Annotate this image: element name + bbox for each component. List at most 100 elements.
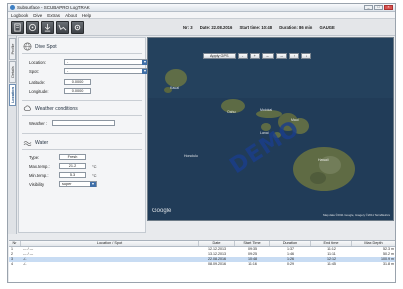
map-view[interactable]: Apply GPS - + ← → ↑ ↓ Kauai Oahu Molokai…: [147, 37, 394, 221]
menu-logbook[interactable]: Logbook: [11, 13, 28, 18]
dive-date: Date: 22.08.2016: [199, 25, 233, 30]
menu-dive[interactable]: Dive: [33, 13, 42, 18]
col-date[interactable]: Date: [199, 241, 235, 246]
profile-button[interactable]: [56, 21, 69, 34]
water-heading: Water: [23, 138, 48, 147]
map-label-molokai: Molokai: [260, 108, 273, 112]
dive-duration: Duration: 86 min: [279, 25, 313, 30]
menu-bar: Logbook Dive Extras About Help: [8, 12, 395, 19]
apply-gps-button[interactable]: Apply GPS: [203, 53, 236, 59]
map-label-kauai: Kauai: [170, 86, 179, 90]
min-temp-label: Min.temp.:: [29, 173, 49, 178]
app-logo-icon: [10, 5, 15, 10]
close-button[interactable]: ×: [384, 5, 393, 10]
google-logo: Google: [152, 208, 172, 214]
dive-info-bar: Nr: 3 Date: 22.08.2016 Start time: 10:48…: [183, 25, 341, 30]
spot-label: Spot:: [29, 69, 39, 74]
cloud-icon: [23, 105, 31, 111]
col-max-depth[interactable]: Max Depth: [352, 241, 395, 246]
tab-location[interactable]: Location: [9, 84, 16, 106]
zoom-out-button[interactable]: -: [237, 53, 248, 59]
tab-profile[interactable]: Profile: [9, 38, 16, 60]
longitude-label: Longitude:: [29, 89, 49, 94]
cell-location: -/-: [23, 262, 27, 266]
download-button[interactable]: [41, 21, 54, 34]
water-type-label: Type:: [29, 155, 40, 160]
cell-duration: 0:29: [287, 262, 294, 266]
toolbar: Nr: 3 Date: 22.08.2016 Start time: 10:48…: [8, 19, 395, 36]
col-nr[interactable]: Nr: [9, 241, 21, 246]
window-controls: _ □ ×: [364, 5, 393, 10]
min-temp-field[interactable]: 5.3: [59, 172, 86, 178]
menu-extras[interactable]: Extras: [47, 13, 60, 18]
zoom-in-button[interactable]: +: [249, 53, 260, 59]
logbook-button[interactable]: [11, 21, 24, 34]
map-label-honolulu: Honolulu: [184, 154, 198, 158]
location-value: -: [67, 60, 69, 64]
menu-help[interactable]: Help: [82, 13, 91, 18]
max-temp-field[interactable]: 21.2: [59, 163, 86, 169]
location-panel: Dive Spot Location: - ▼ Spot: - ▼ Latitude…: [18, 37, 149, 233]
divider: [22, 53, 142, 54]
spot-select[interactable]: - ▼: [64, 68, 149, 74]
map-label-oahu: Oahu: [227, 110, 236, 114]
visibility-value: super: [62, 182, 72, 186]
title-bar: Subsurface - SCUBAPRO LogTRAK _ □ ×: [8, 4, 395, 12]
weather-label: Weather :: [29, 121, 48, 126]
divider: [22, 133, 142, 134]
minimize-button[interactable]: _: [364, 5, 373, 10]
menu-about[interactable]: About: [65, 13, 77, 18]
water-icon: [23, 141, 32, 146]
divider: [22, 149, 142, 150]
water-title: Water: [35, 139, 49, 146]
dive-list-table: Nr Location / Spot Date Start Time Durat…: [9, 240, 395, 282]
settings-button[interactable]: [71, 21, 84, 34]
dive-spot-title: Dive Spot: [35, 43, 57, 50]
pan-down-button[interactable]: ↓: [301, 53, 312, 59]
cell-max-depth: 31.8 m: [383, 262, 394, 266]
spot-value: -: [67, 69, 69, 73]
col-start-time[interactable]: Start Time: [235, 241, 270, 246]
map-toolbar: Apply GPS - + ← → ↑ ↓: [203, 53, 312, 59]
cell-start-time: 11:16: [248, 262, 257, 266]
dive-spot-heading: Dive Spot: [23, 42, 57, 51]
tab-details[interactable]: Details: [9, 61, 16, 83]
divider: [22, 115, 142, 116]
pan-right-button[interactable]: →: [275, 53, 288, 59]
col-end-time[interactable]: End time: [311, 241, 352, 246]
dive-number: Nr: 3: [183, 25, 193, 30]
tab-location-label: Location: [10, 87, 15, 103]
weather-title: Weather conditions: [35, 105, 78, 112]
col-location[interactable]: Location / Spot: [21, 241, 199, 246]
globe-icon: [23, 42, 32, 51]
chevron-down-icon: ▼: [90, 182, 96, 187]
download-icon: [44, 23, 51, 32]
table-row[interactable]: 4 -/- 08.09.2016 11:16 0:29 11:45 31.8 m: [9, 262, 395, 267]
water-type-field[interactable]: Fresh: [59, 154, 86, 160]
settings-icon: [74, 24, 81, 31]
cell-date: 08.09.2016: [208, 262, 226, 266]
longitude-field[interactable]: 0.0000: [64, 88, 91, 94]
location-select[interactable]: - ▼: [64, 59, 149, 65]
max-temp-unit: °C: [92, 164, 97, 169]
latitude-field[interactable]: 0.0000: [64, 79, 91, 85]
visibility-select[interactable]: super ▼: [59, 181, 97, 187]
cell-end-time: 11:45: [327, 262, 336, 266]
maximize-button[interactable]: □: [374, 5, 383, 10]
vertical-tabs: Profile Details Location: [8, 36, 17, 234]
map-label-hawaii: Hawaii: [318, 158, 329, 162]
tab-details-label: Details: [10, 66, 15, 78]
pan-left-button[interactable]: ←: [261, 53, 274, 59]
col-duration[interactable]: Duration: [270, 241, 311, 246]
cell-nr: 4: [11, 262, 13, 266]
divider: [22, 100, 142, 101]
pan-up-button[interactable]: ↑: [289, 53, 300, 59]
map-copyright: Map data ©2011 Google, Imagery ©2011 Ter…: [323, 213, 390, 217]
visibility-label: Visibility: [29, 182, 45, 187]
app-window: Subsurface - SCUBAPRO LogTRAK _ □ × Logb…: [7, 3, 396, 283]
weather-input[interactable]: [52, 120, 115, 126]
dive-computer-button[interactable]: [26, 21, 39, 34]
weather-heading: Weather conditions: [23, 104, 78, 113]
min-temp-unit: °C: [92, 173, 97, 178]
dive-start-time: Start time: 10:48: [239, 25, 273, 30]
